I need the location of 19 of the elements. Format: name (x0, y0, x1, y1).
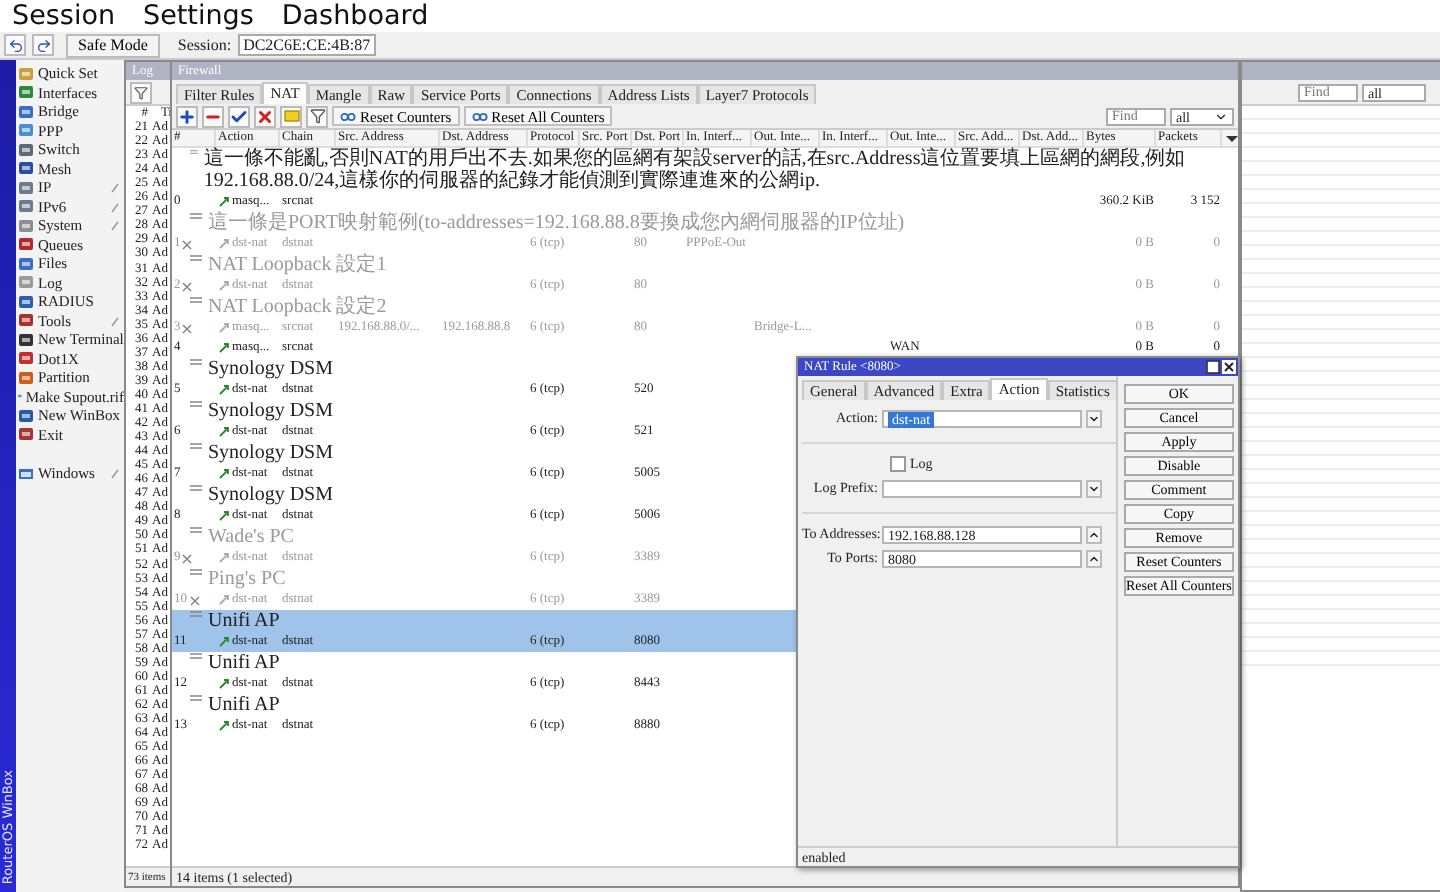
rule-comment: Synology DSM (208, 484, 334, 506)
rule-comment: Ping's PC (208, 568, 286, 590)
session-label: Session: (177, 36, 232, 54)
menu-item[interactable]: Dashboard (281, 0, 429, 32)
rule-comment: NAT Loopback 設定2 (208, 296, 387, 318)
menu-item[interactable]: Settings (143, 0, 254, 32)
rule-comment: Synology DSM (208, 442, 334, 464)
rule-comment: Synology DSM (208, 400, 334, 422)
rule-comment: Unifi AP (208, 694, 280, 716)
menu-item[interactable]: Session (12, 0, 116, 32)
session-field[interactable]: DC2C6E:CE:4B:87 (237, 34, 377, 56)
rule-comment: 這一條不能亂,否則NAT的用戶出不去.如果您的區網有架設server的話,在src.Address這位置要填上區網的網段,例如192.168.88.0/24,這樣你的伺服器的紀錄才能偵測到實際連進來的公網ip. (203, 148, 1188, 192)
safe-mode-button[interactable]: Safe Mode (66, 33, 160, 57)
rule-comment: Unifi AP (208, 610, 280, 632)
rule-comment: Wade's PC (208, 526, 294, 548)
rule-comment: NAT Loopback 設定1 (208, 254, 387, 276)
rule-comment: Unifi AP (208, 652, 280, 674)
rule-comment: Synology DSM (208, 358, 334, 380)
rule-comment: 這一條是PORT映射範例(to-addresses=192.168.88.8要換成您內網伺服器的IP位址) (208, 212, 905, 234)
